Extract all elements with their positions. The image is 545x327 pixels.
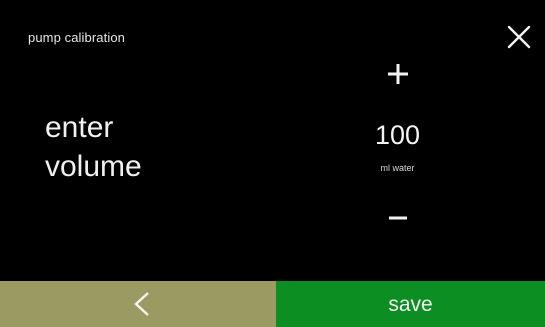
close-icon [507,25,531,49]
volume-stepper: 100 ml water [340,56,455,246]
page-title: pump calibration [28,30,125,45]
pump-calibration-screen: pump calibration enter volume 100 ml wat… [0,0,545,327]
volume-unit: ml water [380,163,415,173]
minus-icon [389,216,407,220]
close-button[interactable] [506,24,532,50]
volume-prompt: enter volume [45,108,235,186]
increment-button[interactable] [382,58,414,90]
prompt-line-1: enter [45,111,114,144]
prompt-line-2: volume [45,150,142,183]
volume-value: 100 [374,120,421,150]
plus-icon [388,64,408,84]
save-button[interactable]: save [276,281,545,327]
chevron-left-icon [134,292,149,316]
decrement-button[interactable] [382,202,414,234]
back-button[interactable] [0,281,276,327]
bottom-action-bar: save [0,281,545,327]
save-label: save [388,293,433,316]
